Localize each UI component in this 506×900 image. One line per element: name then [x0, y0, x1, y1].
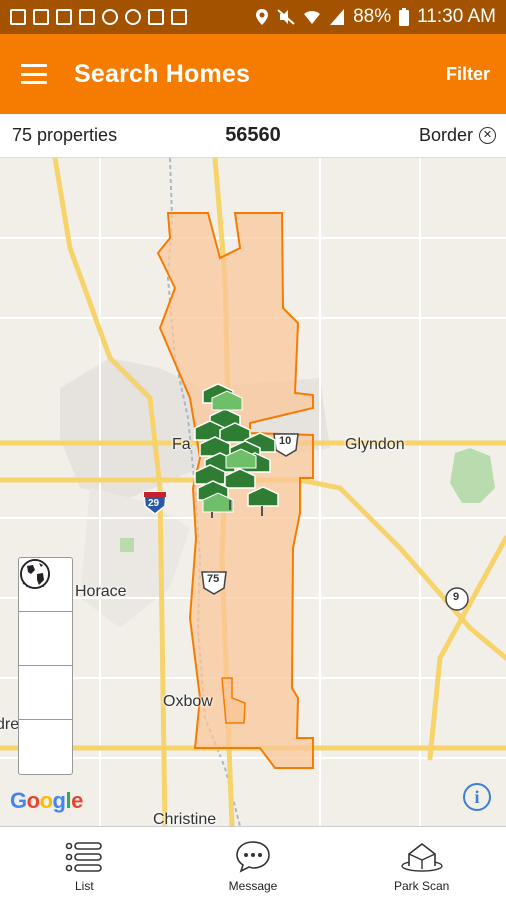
- cast-icon: [56, 9, 72, 25]
- draw-button[interactable]: [19, 560, 72, 666]
- list-icon: [66, 842, 103, 872]
- home-icon: [148, 9, 164, 25]
- search-info-bar: 75 properties 56560 Border ✕: [0, 114, 506, 158]
- signal-icon: [330, 9, 345, 25]
- hwy9-label: 9: [453, 591, 460, 603]
- city-label-partial: dre: [0, 716, 20, 733]
- gallery-icon: [33, 9, 49, 25]
- globe-button[interactable]: [19, 559, 72, 774]
- park-scan-icon: [400, 842, 443, 872]
- dropbox-icon: [102, 9, 118, 25]
- weather-icon: [125, 9, 141, 25]
- status-bar: 88% 11:30 AM: [0, 0, 506, 34]
- city-label-christine: Christine: [153, 811, 217, 826]
- i29-label: 29: [148, 498, 160, 509]
- nav-message-label: Message: [228, 879, 278, 893]
- system-status: 88% 11:30 AM: [255, 6, 496, 28]
- city-label-fargo: Fa: [172, 436, 191, 453]
- mute-icon: [277, 9, 295, 25]
- property-count: 75 properties: [12, 125, 118, 145]
- border-label: Border: [418, 125, 473, 145]
- page-title: Search Homes: [74, 59, 251, 88]
- filter-button[interactable]: Filter: [446, 64, 490, 85]
- image-icon: [10, 9, 26, 25]
- clock: 11:30 AM: [417, 6, 496, 27]
- message-icon: [236, 841, 270, 873]
- border-toggle[interactable]: Border ✕: [419, 125, 496, 146]
- road-button[interactable]: [19, 559, 72, 720]
- city-label-oxbow: Oxbow: [163, 693, 213, 710]
- app-bar: Search Homes Filter: [0, 34, 506, 114]
- nav-message[interactable]: Message: [169, 827, 338, 900]
- city-label-glyndon: Glyndon: [345, 436, 405, 453]
- info-icon[interactable]: i: [463, 783, 491, 811]
- menu-icon[interactable]: [21, 64, 47, 84]
- phone-icon: [79, 9, 95, 25]
- search-boundary: [156, 212, 314, 769]
- nav-list[interactable]: List: [0, 827, 169, 900]
- bottom-navigation: List Message Park Scan: [0, 826, 506, 900]
- nav-park-scan[interactable]: Park Scan: [337, 827, 506, 900]
- document-icon: [171, 9, 187, 25]
- google-logo: Google: [10, 788, 83, 813]
- wifi-icon: [304, 10, 321, 24]
- map-tools: [18, 557, 73, 775]
- search-homes-screen: 88% 11:30 AM Search Homes Filter 75 prop…: [0, 0, 506, 900]
- nav-list-label: List: [74, 879, 94, 893]
- globe-icon: [20, 559, 50, 589]
- notification-icons: [10, 9, 187, 25]
- us10-label: 10: [279, 435, 292, 447]
- us75-label: 75: [207, 573, 220, 585]
- map-canvas: [0, 158, 506, 826]
- location-icon: [256, 9, 269, 25]
- nav-park-scan-label: Park Scan: [394, 879, 450, 893]
- city-label-horace: Horace: [75, 583, 127, 600]
- map-view[interactable]: Fa Glyndon Horace Oxbow Christine dre 29…: [0, 158, 506, 826]
- close-icon[interactable]: ✕: [479, 127, 496, 144]
- battery-percent: 88%: [353, 6, 392, 27]
- park-area: [450, 448, 495, 503]
- battery-icon: [399, 8, 410, 26]
